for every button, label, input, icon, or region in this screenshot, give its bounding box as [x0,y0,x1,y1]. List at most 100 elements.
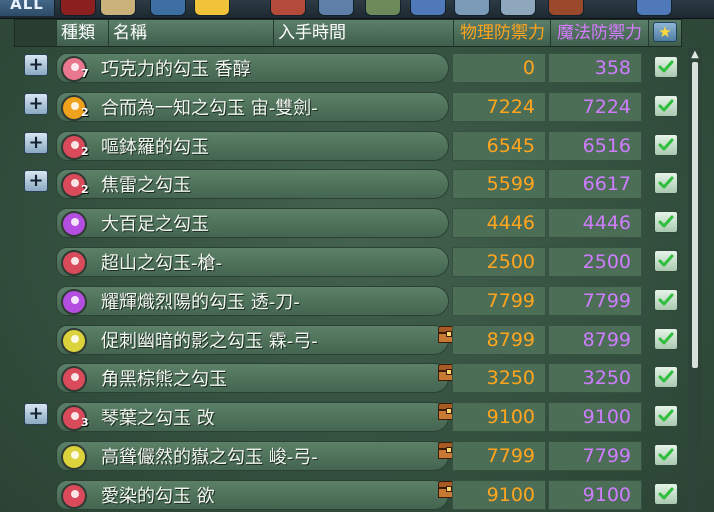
tab-scroll-icon[interactable] [410,0,446,16]
physical-defense-value: 6545 [452,130,546,161]
tab-magatama-icon[interactable] [194,0,230,16]
item-name-cell[interactable]: 角黑棕熊之勾玉 [56,363,449,394]
header-time[interactable]: 入手時間 [274,20,454,46]
magic-defense-value: 2500 [548,247,642,277]
scroll-up-icon[interactable]: ▲ [688,48,702,62]
item-name-cell[interactable]: 2 合而為一知之勾玉 宙-雙劍- [56,91,449,122]
item-name: 焦雷之勾玉 [101,175,191,197]
stack-count: 2 [81,144,89,158]
checkbox-checked-icon[interactable] [654,56,678,78]
magic-defense-value: 7799 [548,441,642,471]
tab-bag-icon[interactable] [100,0,136,16]
physical-defense-value: 7799 [452,441,546,471]
item-name-cell[interactable]: 3 琴葉之勾玉 改 [56,402,449,433]
table-row[interactable]: +7 巧克力的勾玉 香醇 0 358 [0,50,714,84]
physical-defense-value: 8799 [452,324,546,355]
physical-defense-value: 9100 [452,479,546,510]
item-name: 愛染的勾玉 欲 [101,485,215,507]
tab-weapon-icon[interactable] [60,0,96,16]
physical-defense-value: 2500 [452,247,546,277]
magic-defense-value: 7224 [548,91,642,122]
table-row[interactable]: 促刺幽暗的影之勾玉 霖-弓- 8799 8799 [0,322,714,356]
physical-defense-value: 3250 [452,363,546,394]
magic-defense-value: 8799 [548,324,642,355]
tab-armor-icon[interactable] [270,0,306,16]
item-name-cell[interactable]: 促刺幽暗的影之勾玉 霖-弓- [56,324,449,355]
magic-defense-value: 3250 [548,363,642,394]
expand-stack-button[interactable]: + [24,170,48,193]
tab-feather-icon[interactable] [454,0,490,16]
checkbox-checked-icon[interactable] [654,288,678,311]
list-header: 種類 名稱 入手時間 物理防禦力 魔法防禦力 ★ [14,19,682,47]
item-name-cell[interactable]: 2 焦雷之勾玉 [56,169,449,200]
item-name-cell[interactable]: 耀輝熾烈陽的勾玉 透-刀- [56,285,449,316]
physical-defense-value: 4446 [452,208,546,239]
checkbox-checked-icon[interactable] [654,366,678,389]
header-kind[interactable]: 種類 [57,20,109,46]
tab-all[interactable]: ALL [0,0,55,16]
tab-favorite-icon[interactable] [636,0,672,16]
item-name-cell[interactable]: 7 巧克力的勾玉 香醇 [56,53,449,83]
item-name: 角黑棕熊之勾玉 [101,369,227,391]
header-magic-defense[interactable]: 魔法防禦力 [551,20,649,46]
checkbox-checked-icon[interactable] [654,444,678,466]
tab-orb-icon[interactable] [318,0,354,16]
table-row[interactable]: +2 嘔鉢羅的勾玉 6545 6516 [0,128,714,162]
table-row[interactable]: 大百足之勾玉 4446 4446 [0,205,714,239]
checkbox-checked-icon[interactable] [654,211,678,234]
item-name: 促刺幽暗的影之勾玉 霖-弓- [101,330,318,352]
tab-material-icon[interactable] [548,0,584,16]
table-row[interactable]: 超山之勾玉-槍- 2500 2500 [0,244,714,278]
checkbox-checked-icon[interactable] [654,94,678,117]
item-name-cell[interactable]: 超山之勾玉-槍- [56,247,449,277]
stack-count: 7 [81,67,89,80]
expand-stack-button[interactable]: + [24,92,48,115]
expand-stack-button[interactable]: + [24,131,48,154]
checkbox-checked-icon[interactable] [654,172,678,195]
item-name: 耀輝熾烈陽的勾玉 透-刀- [101,291,300,313]
table-row[interactable]: 角黑棕熊之勾玉 3250 3250 [0,360,714,394]
red-magatama-icon [61,366,87,393]
header-blank [15,20,57,46]
table-row[interactable]: +3 琴葉之勾玉 改 9100 9100 [0,399,714,433]
physical-defense-value: 5599 [452,169,546,200]
item-name-cell[interactable]: 大百足之勾玉 [56,208,449,239]
checkbox-checked-icon[interactable] [654,405,678,428]
header-favorite: ★ [651,20,681,46]
purple-magatama-icon [61,288,87,315]
magic-defense-value: 9100 [548,402,642,433]
table-row[interactable]: 耀輝熾烈陽的勾玉 透-刀- 7799 7799 [0,283,714,317]
header-name[interactable]: 名稱 [109,20,274,46]
tab-blade-icon[interactable] [150,0,186,16]
stack-count: 2 [81,183,89,197]
scrollbar-thumb[interactable] [692,62,698,368]
tab-charm-icon[interactable] [365,0,401,16]
item-name: 超山之勾玉-槍- [101,253,222,274]
purple-magatama-icon [61,211,87,238]
magic-defense-value: 6516 [548,130,642,161]
item-name-cell[interactable]: 2 嘔鉢羅的勾玉 [56,130,449,161]
expand-stack-button[interactable]: + [24,54,48,76]
table-row[interactable]: 愛染的勾玉 欲 9100 9100 [0,477,714,511]
magic-defense-value: 6617 [548,169,642,200]
item-name-cell[interactable]: 愛染的勾玉 欲 [56,479,449,510]
table-row[interactable]: +2 合而為一知之勾玉 宙-雙劍- 7224 7224 [0,89,714,123]
table-row[interactable]: 高聳儼然的嶽之勾玉 峻-弓- 7799 7799 [0,438,714,472]
checkbox-checked-icon[interactable] [654,327,678,350]
magic-defense-value: 7799 [548,285,642,316]
checkbox-checked-icon[interactable] [654,133,678,156]
expand-stack-button[interactable]: + [24,403,48,426]
item-name: 巧克力的勾玉 香醇 [101,59,251,80]
table-row[interactable]: +2 焦雷之勾玉 5599 6617 [0,166,714,200]
favorite-star-button[interactable]: ★ [653,22,677,42]
physical-defense-value: 7224 [452,91,546,122]
item-name-cell[interactable]: 高聳儼然的嶽之勾玉 峻-弓- [56,441,449,471]
item-name: 大百足之勾玉 [101,214,209,236]
checkbox-checked-icon[interactable] [654,250,678,272]
header-physical-defense[interactable]: 物理防禦力 [454,20,551,46]
magic-defense-value: 358 [548,53,642,83]
physical-defense-value: 9100 [452,402,546,433]
item-name: 合而為一知之勾玉 宙-雙劍- [101,97,318,119]
tab-book-icon[interactable] [500,0,536,16]
checkbox-checked-icon[interactable] [654,482,678,505]
